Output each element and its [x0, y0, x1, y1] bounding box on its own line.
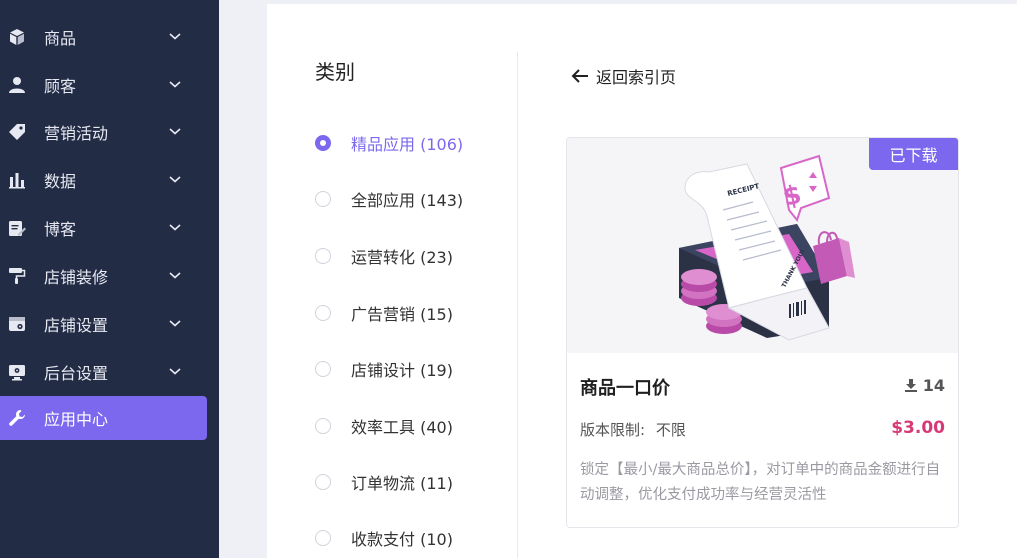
sidebar-item-admin-settings[interactable]: 后台设置 — [0, 350, 207, 394]
category-label: 精品应用 (106) — [351, 135, 464, 154]
sidebar-item-label: 数据 — [44, 172, 77, 191]
app-price: $3.00 — [891, 418, 945, 438]
category-item-all[interactable]: 全部应用 (143) — [315, 186, 463, 212]
sidebar-item-app-center[interactable]: 应用中心 — [0, 396, 207, 440]
app-description: 锁定【最小/最大商品总价】，对订单中的商品金额进行自动调整，优化支付成功率与经营… — [580, 462, 941, 503]
sidebar-item-label: 应用中心 — [44, 410, 109, 429]
chevron-down-icon — [169, 368, 181, 375]
sidebar-item-data[interactable]: 数据 — [0, 158, 207, 202]
radio-button[interactable] — [315, 474, 331, 490]
category-item-logistics[interactable]: 订单物流 (11) — [315, 469, 453, 495]
paint-roller-icon — [8, 267, 26, 285]
back-to-index-link[interactable]: 返回索引页 — [570, 64, 676, 88]
radio-button[interactable] — [315, 135, 331, 151]
chevron-down-icon — [169, 33, 181, 40]
version-limit-label: 版本限制: — [580, 421, 646, 439]
sidebar-item-customers[interactable]: 顾客 — [0, 63, 207, 107]
box-icon — [8, 28, 26, 46]
chevron-down-icon — [169, 81, 181, 88]
category-item-payments[interactable]: 收款支付 (10) — [315, 525, 453, 551]
sidebar-item-marketing[interactable]: 营销活动 — [0, 110, 207, 154]
monitor-settings-icon — [8, 363, 26, 381]
store-settings-icon — [8, 315, 26, 333]
sidebar-item-label: 顾客 — [44, 77, 77, 96]
downloaded-badge: 已下载 — [869, 138, 958, 170]
main-panel: 类别 精品应用 (106) 全部应用 (143) 运营转化 (23) 广告营销 … — [267, 4, 1017, 558]
version-limit-value: 不限 — [655, 421, 686, 439]
chevron-down-icon — [169, 320, 181, 327]
chevron-down-icon — [169, 128, 181, 135]
download-count: 14 — [904, 376, 945, 395]
category-item-featured[interactable]: 精品应用 (106) — [315, 130, 463, 156]
category-label: 收款支付 (10) — [351, 530, 453, 549]
app-illustration: RECEIPT THANK YOU! $ — [567, 138, 958, 353]
arrow-left-icon — [571, 69, 588, 83]
download-icon — [904, 379, 917, 392]
chevron-down-icon — [169, 272, 181, 279]
user-icon — [8, 76, 26, 94]
radio-button[interactable] — [315, 418, 331, 434]
category-label: 店铺设计 (19) — [351, 361, 453, 380]
categories-title: 类别 — [315, 60, 355, 84]
category-label: 效率工具 (40) — [351, 418, 453, 437]
sidebar-item-blog[interactable]: 博客 — [0, 206, 207, 250]
chevron-down-icon — [169, 176, 181, 183]
sidebar-item-label: 店铺设置 — [44, 316, 109, 335]
radio-button[interactable] — [315, 530, 331, 546]
radio-button[interactable] — [315, 191, 331, 207]
category-item-operations[interactable]: 运营转化 (23) — [315, 243, 453, 269]
sidebar-item-store-settings[interactable]: 店铺设置 — [0, 302, 207, 346]
version-limit: 版本限制: 不限 — [580, 419, 686, 440]
sidebar-item-label: 店铺装修 — [44, 268, 109, 287]
sidebar-item-label: 商品 — [44, 29, 77, 48]
sidebar-item-label: 博客 — [44, 220, 77, 239]
tag-icon — [8, 123, 26, 141]
blog-edit-icon — [8, 219, 26, 237]
category-item-store-design[interactable]: 店铺设计 (19) — [315, 356, 453, 382]
sidebar-item-products[interactable]: 商品 — [0, 15, 207, 59]
wrench-icon — [8, 409, 26, 427]
category-label: 订单物流 (11) — [351, 474, 453, 493]
divider — [517, 52, 518, 558]
radio-button[interactable] — [315, 248, 331, 264]
back-link-label: 返回索引页 — [596, 68, 677, 87]
app-title: 商品一口价 — [580, 378, 670, 399]
sidebar-item-label: 后台设置 — [44, 364, 109, 383]
category-label: 广告营销 (15) — [351, 305, 453, 324]
radio-button[interactable] — [315, 361, 331, 377]
sidebar-item-label: 营销活动 — [44, 124, 109, 143]
category-item-efficiency[interactable]: 效率工具 (40) — [315, 413, 453, 439]
download-count-value: 14 — [922, 376, 945, 395]
category-label: 全部应用 (143) — [351, 191, 464, 210]
sidebar-item-store-design[interactable]: 店铺装修 — [0, 254, 207, 298]
radio-button[interactable] — [315, 305, 331, 321]
chevron-down-icon — [169, 224, 181, 231]
category-label: 运营转化 (23) — [351, 248, 453, 267]
category-item-ads[interactable]: 广告营销 (15) — [315, 300, 453, 326]
sidebar: 商品 顾客 营销活动 数据 博客 店铺装修 店铺设置 后台设置 应用中心 — [0, 0, 219, 558]
bar-chart-icon — [8, 171, 26, 189]
app-card[interactable]: RECEIPT THANK YOU! $ 已下载 商品一口价 14 版本限制: … — [566, 137, 959, 528]
